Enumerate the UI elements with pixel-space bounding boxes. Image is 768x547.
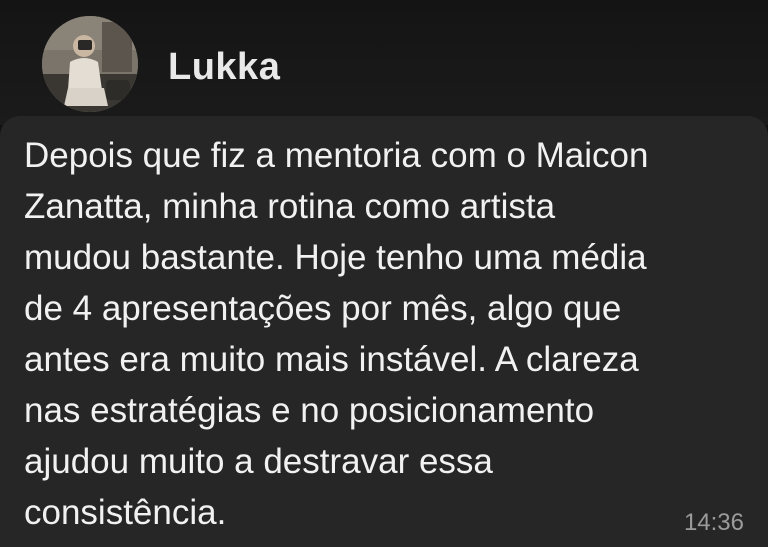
message-text: Depois que fiz a mentoria com o Maicon Z… [24, 136, 649, 532]
contact-name: Lukka [168, 46, 281, 88]
avatar-photo-icon [42, 16, 138, 112]
message-timestamp: 14:36 [683, 509, 744, 536]
avatar[interactable] [42, 16, 138, 112]
chat-header: Lukka [0, 0, 768, 125]
